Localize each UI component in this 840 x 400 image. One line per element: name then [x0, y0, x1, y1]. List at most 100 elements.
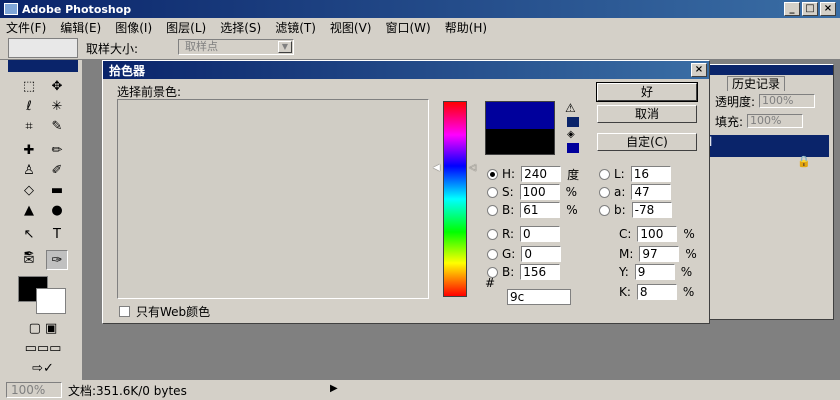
lab-a-radio[interactable]	[599, 186, 610, 198]
sample-size-value: 取样点	[185, 40, 218, 53]
web-safe-swatch[interactable]	[567, 143, 579, 153]
fill-input[interactable]: 100%	[747, 114, 804, 128]
color-field[interactable]	[117, 99, 429, 299]
zoom-input[interactable]: 100%	[6, 382, 62, 398]
red-radio[interactable]	[487, 228, 498, 240]
eyedropper-tool-icon[interactable]: ✑	[46, 250, 68, 270]
green-label: G:	[502, 247, 516, 261]
magenta-input[interactable]: 97	[639, 246, 680, 262]
lab-b-field-row: b: -78	[599, 201, 678, 219]
notes-tool-icon[interactable]: ✉	[18, 250, 40, 270]
history-brush-tool-icon[interactable]: ✐	[46, 160, 68, 180]
blur-tool-icon[interactable]: ▲	[18, 200, 40, 220]
menu-filter[interactable]: 滤镜(T)	[269, 19, 324, 36]
web-colors-only-checkbox-row[interactable]: 只有Web颜色	[119, 303, 210, 320]
menu-bar: 文件(F) 编辑(E) 图像(I) 图层(L) 选择(S) 滤镜(T) 视图(V…	[0, 18, 840, 36]
hue-input[interactable]: 240	[521, 166, 562, 182]
healing-brush-tool-icon[interactable]: ✚	[18, 140, 40, 160]
hue-slider-left-arrow-icon[interactable]: ◀	[433, 163, 440, 173]
menu-help[interactable]: 帮助(H)	[439, 19, 495, 36]
toolbox: ⬚ ✥ ℓ ✳ ⌗ ✎ ✚ ✏ ♙ ✐ ◇ ▬ ▲ ● ↖ T ✒ ▭	[8, 60, 78, 380]
black-input[interactable]: 8	[636, 284, 677, 300]
minimize-button[interactable]: _	[784, 2, 800, 16]
tab-history[interactable]: 历史记录	[727, 76, 786, 91]
crop-tool-icon[interactable]: ⌗	[18, 116, 40, 136]
lab-b-input[interactable]: -78	[631, 202, 672, 218]
red-label: R:	[502, 227, 515, 241]
hue-radio[interactable]	[487, 168, 498, 180]
dodge-tool-icon[interactable]: ●	[46, 200, 68, 220]
maximize-button[interactable]: □	[802, 2, 818, 16]
menu-view[interactable]: 视图(V)	[324, 19, 380, 36]
gradient-tool-icon[interactable]: ▬	[46, 180, 68, 200]
layer-row[interactable]: l	[705, 135, 829, 157]
yellow-unit: %	[680, 265, 693, 279]
cyan-input[interactable]: 100	[637, 226, 678, 242]
opacity-input[interactable]: 100%	[759, 94, 816, 108]
brush-tool-icon[interactable]: ✏	[46, 140, 68, 160]
out-of-gamut-warning-icon[interactable]: ⚠	[565, 101, 576, 115]
green-radio[interactable]	[487, 248, 498, 260]
sample-size-select[interactable]: 取样点 ▼	[178, 39, 294, 55]
photoshop-logo-icon	[4, 3, 18, 15]
clone-stamp-tool-icon[interactable]: ♙	[18, 160, 40, 180]
menu-window[interactable]: 窗口(W)	[379, 19, 438, 36]
tool-preset-picker[interactable]	[8, 38, 78, 58]
saturation-input[interactable]: 100	[519, 184, 560, 200]
hex-input[interactable]: 9c	[507, 289, 571, 305]
dialog-close-button[interactable]: ×	[691, 63, 707, 77]
brightness-field-row: B: 61 %	[487, 201, 578, 219]
web-safe-cube-icon[interactable]: ◈	[567, 129, 575, 140]
layers-panel: 历史记录 透明度: 100% 填充: 100% l 🔒	[700, 64, 834, 320]
cyan-field-row: C: 100 %	[619, 225, 695, 243]
gamut-correction-swatch[interactable]	[567, 117, 579, 127]
chevron-down-icon[interactable]: ▼	[278, 41, 292, 53]
lasso-tool-icon[interactable]: ℓ	[18, 96, 40, 116]
status-menu-arrow-icon[interactable]: ▶	[330, 383, 338, 394]
type-tool-icon[interactable]: T	[46, 224, 68, 244]
dialog-title: 拾色器	[109, 63, 146, 78]
new-color-swatch	[485, 101, 555, 129]
marquee-tool-icon[interactable]: ⬚	[18, 76, 40, 96]
menu-select[interactable]: 选择(S)	[214, 19, 269, 36]
lab-b-radio[interactable]	[599, 204, 610, 216]
options-bar: 取样大小: 取样点 ▼	[0, 36, 840, 60]
quick-mask-toggle-icon[interactable]: ▢ ▣	[18, 320, 68, 336]
cancel-button[interactable]: 取消	[597, 105, 697, 123]
slice-tool-icon[interactable]: ✎	[46, 116, 68, 136]
lab-l-radio[interactable]	[599, 168, 610, 180]
panel-title-bar	[701, 65, 833, 75]
menu-image[interactable]: 图像(I)	[109, 19, 160, 36]
brightness-input[interactable]: 61	[520, 202, 561, 218]
custom-button[interactable]: 自定(C)	[597, 133, 697, 151]
jump-to-imageready-icon[interactable]: ⇨✓	[18, 360, 68, 376]
blue-field-row: B: 156	[487, 263, 566, 281]
saturation-radio[interactable]	[487, 186, 498, 198]
web-colors-only-checkbox[interactable]	[119, 306, 130, 317]
screen-mode-icon[interactable]: ▭▭▭	[18, 340, 68, 356]
green-input[interactable]: 0	[521, 246, 562, 262]
eraser-tool-icon[interactable]: ◇	[18, 180, 40, 200]
lock-icon: 🔒	[797, 155, 811, 168]
close-button[interactable]: ×	[820, 2, 836, 16]
hue-slider[interactable]	[443, 101, 467, 297]
ok-button[interactable]: 好	[596, 82, 698, 102]
black-unit: %	[682, 285, 695, 299]
red-input[interactable]: 0	[520, 226, 561, 242]
green-field-row: G: 0	[487, 245, 567, 263]
brightness-radio[interactable]	[487, 204, 498, 216]
yellow-input[interactable]: 9	[634, 264, 675, 280]
black-field-row: K: 8 %	[619, 283, 694, 301]
opacity-label: 透明度:	[715, 94, 756, 109]
blue-input[interactable]: 156	[520, 264, 561, 280]
magic-wand-tool-icon[interactable]: ✳	[46, 96, 68, 116]
menu-edit[interactable]: 编辑(E)	[54, 19, 109, 36]
lab-a-input[interactable]: 47	[631, 184, 672, 200]
move-tool-icon[interactable]: ✥	[46, 76, 68, 96]
menu-file[interactable]: 文件(F)	[0, 19, 54, 36]
hue-slider-right-arrow-icon[interactable]: ◁	[469, 163, 476, 173]
lab-l-input[interactable]: 16	[630, 166, 671, 182]
menu-layer[interactable]: 图层(L)	[160, 19, 214, 36]
path-selection-tool-icon[interactable]: ↖	[18, 224, 40, 244]
background-color-swatch[interactable]	[36, 288, 66, 314]
